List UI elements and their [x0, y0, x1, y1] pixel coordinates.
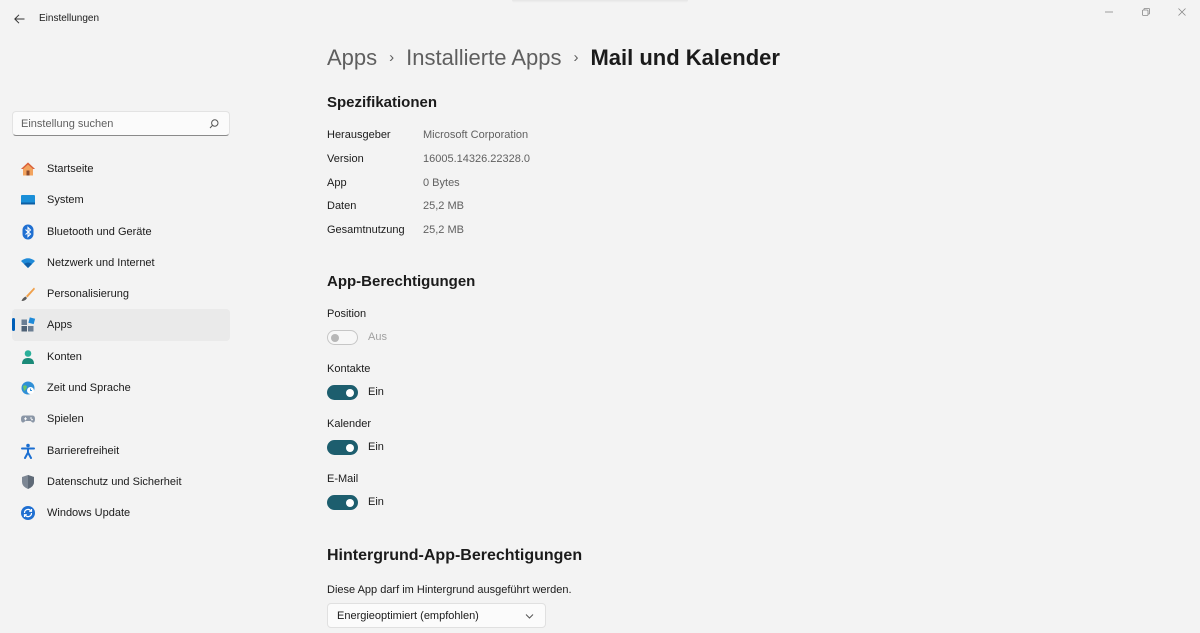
spec-value: 0 Bytes: [423, 177, 460, 189]
email-toggle[interactable]: [327, 495, 358, 510]
sidebar-item-startseite[interactable]: Startseite: [12, 153, 230, 184]
sidebar-item-label: Spielen: [47, 413, 84, 426]
background-heading: Hintergrund-App-Berechtigungen: [327, 547, 583, 564]
accessibility-icon: [21, 443, 35, 459]
sidebar-item-label: Barrierefreiheit: [47, 444, 120, 457]
sidebar-item-netzwerk[interactable]: Netzwerk und Internet: [12, 247, 230, 278]
sidebar-nav: Startseite System Bluetooth und Geräte N…: [12, 153, 230, 529]
kalender-toggle[interactable]: [327, 440, 358, 455]
toggle-state: Ein: [368, 386, 384, 398]
permission-label-kontakte: Kontakte: [327, 363, 371, 375]
permissions-heading: App-Berechtigungen: [327, 273, 476, 290]
spec-row: Version 16005.14326.22328.0: [327, 153, 727, 167]
sidebar-item-label: Windows Update: [47, 507, 131, 520]
spec-row: Gesamtnutzung 25,2 MB: [327, 224, 727, 238]
close-icon: [1178, 8, 1186, 16]
sidebar-item-spielen[interactable]: Spielen: [12, 403, 230, 434]
sidebar-item-label: System: [47, 194, 84, 207]
sidebar-item-label: Personalisierung: [47, 288, 129, 301]
sidebar-item-label: Datenschutz und Sicherheit: [47, 475, 182, 488]
spec-value: 25,2 MB: [423, 200, 464, 212]
permission-label-email: E-Mail: [327, 473, 359, 485]
minimize-icon: [1105, 11, 1113, 13]
toggle-state: Ein: [368, 441, 384, 453]
breadcrumb-installed-apps[interactable]: Installierte Apps: [406, 45, 561, 71]
shield-icon: [22, 474, 34, 489]
restore-icon: [1142, 8, 1150, 16]
position-toggle: [327, 330, 358, 345]
search-input[interactable]: [21, 117, 201, 131]
breadcrumb: Apps › Installierte Apps › Mail und Kale…: [327, 45, 780, 73]
permission-label-kalender: Kalender: [327, 418, 372, 430]
search-icon[interactable]: [208, 118, 220, 130]
sidebar-item-datenschutz[interactable]: Datenschutz und Sicherheit: [12, 466, 230, 497]
apps-icon: [21, 317, 36, 332]
spec-row: App 0 Bytes: [327, 177, 727, 191]
sidebar-item-label: Startseite: [47, 163, 94, 175]
spec-value: Microsoft Corporation: [423, 129, 529, 141]
sidebar-item-barrierefreiheit[interactable]: Barrierefreiheit: [12, 435, 230, 466]
spec-value: 16005.14326.22328.0: [423, 153, 531, 165]
maximize-button[interactable]: [1131, 4, 1161, 20]
sidebar-item-label: Bluetooth und Geräte: [47, 225, 152, 238]
toggle-knob: [346, 498, 354, 507]
window-top-edge: [512, 0, 688, 3]
sidebar-item-apps[interactable]: Apps: [12, 309, 230, 341]
breadcrumb-apps[interactable]: Apps: [327, 45, 377, 71]
permission-label-position: Position: [327, 308, 367, 320]
wifi-icon: [21, 258, 35, 268]
sidebar-item-bluetooth[interactable]: Bluetooth und Geräte: [12, 216, 230, 247]
gamepad-icon: [21, 415, 35, 423]
spec-row: Daten 25,2 MB: [327, 200, 727, 214]
home-icon: [21, 162, 35, 176]
close-button[interactable]: [1167, 4, 1197, 20]
background-description: Diese App darf im Hintergrund ausgeführt…: [327, 584, 572, 596]
sidebar-item-label: Netzwerk und Internet: [47, 256, 155, 269]
update-icon: [21, 506, 35, 521]
toggle-state: Ein: [368, 496, 384, 508]
spec-key: Version: [327, 153, 364, 165]
sidebar-item-label: Zeit und Sprache: [47, 382, 131, 395]
toggle-knob: [346, 388, 354, 397]
spec-key: Herausgeber: [327, 129, 391, 141]
sidebar-item-zeit-und-sprache[interactable]: Zeit und Sprache: [12, 372, 230, 403]
globe-clock-icon: [21, 381, 35, 395]
chevron-down-icon: [525, 614, 534, 619]
kontakte-toggle[interactable]: [327, 385, 358, 400]
sidebar-item-windows-update[interactable]: Windows Update: [12, 497, 230, 528]
spec-key: Daten: [327, 200, 357, 212]
page-title: Mail und Kalender: [590, 45, 780, 70]
person-icon: [22, 349, 34, 364]
spec-key: App: [327, 177, 347, 189]
spec-key: Gesamtnutzung: [327, 224, 405, 236]
sidebar-item-system[interactable]: System: [12, 184, 230, 215]
breadcrumb-separator: ›: [389, 49, 395, 66]
dropdown-selected-value: Energieoptimiert (empfohlen): [337, 610, 479, 622]
window-title: Einstellungen: [39, 13, 100, 24]
brush-icon: [21, 287, 35, 302]
sidebar-item-label: Konten: [47, 350, 82, 363]
search-box[interactable]: [12, 111, 230, 136]
breadcrumb-separator: ›: [573, 49, 579, 66]
sidebar-item-label: Apps: [47, 319, 73, 332]
spec-value: 25,2 MB: [423, 224, 464, 236]
toggle-state: Aus: [368, 331, 387, 343]
title-bar: Einstellungen: [0, 0, 1200, 38]
background-permission-dropdown[interactable]: Energieoptimiert (empfohlen): [327, 603, 546, 628]
minimize-button[interactable]: [1094, 4, 1124, 20]
back-button[interactable]: [8, 8, 30, 30]
toggle-knob: [331, 333, 339, 342]
monitor-icon: [21, 195, 35, 205]
sidebar-item-personalisierung[interactable]: Personalisierung: [12, 278, 230, 309]
arrow-left-icon: [13, 14, 24, 24]
spec-row: Herausgeber Microsoft Corporation: [327, 129, 727, 143]
bluetooth-icon: [22, 224, 34, 240]
toggle-knob: [346, 443, 354, 452]
sidebar-item-konten[interactable]: Konten: [12, 341, 230, 372]
specs-heading: Spezifikationen: [327, 94, 438, 111]
